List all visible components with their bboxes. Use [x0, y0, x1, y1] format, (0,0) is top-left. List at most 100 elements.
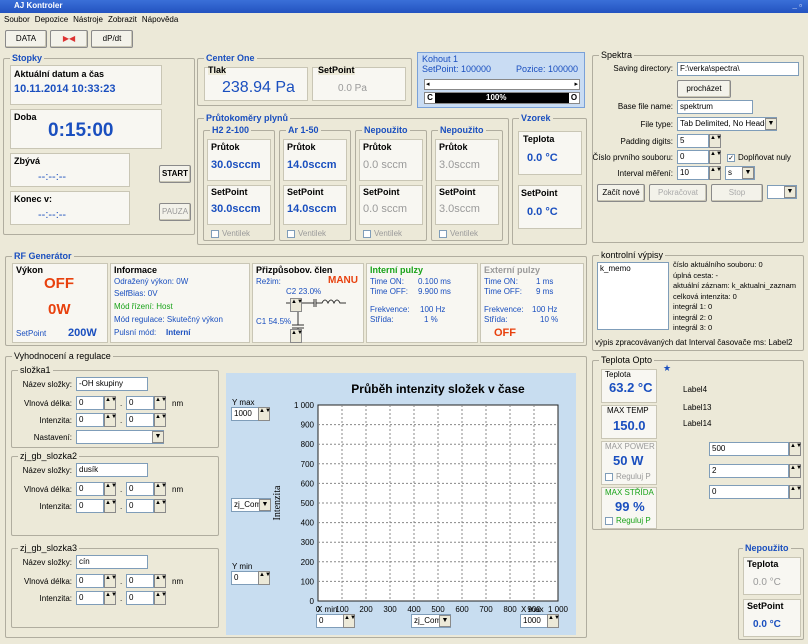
vlnova-to-input[interactable]: 0 — [126, 396, 154, 410]
intenzita-to-spin-icon[interactable]: ▲▼ — [154, 591, 167, 605]
nazev-input[interactable]: dusík — [76, 463, 148, 477]
minimize-button[interactable]: _ ▫ — [792, 0, 802, 12]
swap-icon[interactable]: ▶◀ — [50, 30, 88, 48]
prochazet-button[interactable]: procházet — [677, 80, 731, 98]
xmin-spin-icon[interactable]: ▲▼ — [343, 614, 356, 628]
reguluj-p2-checkbox[interactable]: Reguluj P — [605, 516, 651, 525]
intenzita-to-spin-icon[interactable]: ▲▼ — [154, 413, 167, 427]
ventil-checkbox[interactable]: Ventilek — [363, 229, 402, 238]
cislo-input[interactable]: 0 — [677, 150, 709, 164]
memo-box[interactable]: k_memo — [597, 262, 669, 330]
c2-spin-icon[interactable]: ▲▼ — [290, 298, 303, 312]
xmax-spin-icon[interactable]: ▲▼ — [547, 614, 560, 628]
opto-edit3-spin-icon[interactable]: ▲▼ — [789, 485, 802, 499]
flow-label: Průtok — [439, 142, 468, 152]
opto-edit1[interactable]: 500 — [709, 442, 789, 456]
dpdt-button[interactable]: dP/dt — [91, 30, 133, 48]
unit-dropdown-icon[interactable]: ▼ — [742, 167, 754, 179]
ymin-input[interactable]: 0 — [231, 571, 259, 585]
ventil-checkbox[interactable]: Ventilek — [211, 229, 250, 238]
channel-name: Nepoužito — [362, 125, 410, 135]
vlnova-from-input[interactable]: 0 — [76, 482, 104, 496]
doplnovat-checkbox[interactable]: ✓ Doplňovat nuly — [727, 153, 791, 162]
kontrolni-line: integrál 1: 0 — [673, 302, 713, 311]
intenzita-to-input[interactable]: 0 — [126, 591, 154, 605]
ventil-label: Ventilek — [222, 229, 251, 238]
pokracovat-button[interactable]: Pokračovat — [649, 184, 707, 202]
menu-nastroje[interactable]: Nástroje — [73, 15, 103, 24]
reguluj-p-checkbox[interactable]: Reguluj P — [605, 472, 651, 481]
combo-y-dropdown-icon[interactable]: ▼ — [259, 499, 271, 511]
intenzita-from-spin-icon[interactable]: ▲▼ — [104, 499, 117, 513]
intenzita-from-spin-icon[interactable]: ▲▼ — [104, 591, 117, 605]
interval-input[interactable]: 10 — [677, 166, 709, 180]
vlnova-to-input[interactable]: 0 — [126, 482, 154, 496]
window-title: AJ Kontroler — [14, 1, 63, 10]
vlnova-to-spin-icon[interactable]: ▲▼ — [154, 396, 167, 410]
filetype-select[interactable]: Tab Delimited, No Header — [677, 117, 777, 131]
pauza-button[interactable]: PAUZA — [159, 203, 191, 221]
menu-zobrazit[interactable]: Zobrazit — [108, 15, 137, 24]
tlak-label: Tlak — [208, 65, 227, 75]
stop-button[interactable]: Stop — [711, 184, 763, 202]
combo-x-dropdown-icon[interactable]: ▼ — [439, 615, 451, 627]
vlnova-from-spin-icon[interactable]: ▲▼ — [104, 396, 117, 410]
padding-input[interactable]: 5 — [677, 134, 709, 148]
rezim-value: MANU — [328, 275, 358, 286]
intenzita-from-input[interactable]: 0 — [76, 591, 104, 605]
interni-strida-label: Střída: — [370, 315, 394, 324]
intenzita-label: Intenzita: — [39, 502, 72, 511]
current-label: Aktuální datum a čas — [14, 69, 105, 79]
opto-edit3[interactable]: 0 — [709, 485, 789, 499]
base-input[interactable]: spektrum — [677, 100, 753, 114]
start-button[interactable]: START — [159, 165, 191, 183]
zacit-button[interactable]: Začít nové — [597, 184, 645, 202]
nastaveni-select[interactable] — [76, 430, 164, 444]
padding-spin-icon[interactable]: ▲▼ — [709, 134, 722, 148]
xmin-input[interactable]: 0 — [316, 614, 344, 628]
opto-edit2-spin-icon[interactable]: ▲▼ — [789, 464, 802, 478]
ymin-spin-icon[interactable]: ▲▼ — [258, 571, 271, 585]
kontrolni-footer: výpis zpracovávaných dat Interval časova… — [595, 338, 793, 347]
vlnova-to-spin-icon[interactable]: ▲▼ — [154, 482, 167, 496]
stopky-title: Stopky — [10, 53, 45, 63]
nazev-input[interactable]: -OH skupiny — [76, 377, 148, 391]
vlnova-from-input[interactable]: 0 — [76, 396, 104, 410]
intenzita-to-spin-icon[interactable]: ▲▼ — [154, 499, 167, 513]
opto-edit2[interactable]: 2 — [709, 464, 789, 478]
vzorek-teplota-value: 0.0 °C — [527, 152, 558, 164]
label13: Label13 — [683, 403, 712, 412]
flow-sp-label: SetPoint — [287, 187, 324, 197]
vlnova-from-input[interactable]: 0 — [76, 574, 104, 588]
ventil-checkbox[interactable]: Ventilek — [287, 229, 326, 238]
saving-input[interactable]: F:\verka\spectra\ — [677, 62, 799, 76]
nazev-input[interactable]: cín — [76, 555, 148, 569]
menu-soubor[interactable]: Soubor — [4, 15, 30, 24]
cislo-spin-icon[interactable]: ▲▼ — [709, 150, 722, 164]
vlnova-from-spin-icon[interactable]: ▲▼ — [104, 574, 117, 588]
kohout-slider[interactable]: ◂ ▸ — [424, 79, 580, 90]
interval-spin-icon[interactable]: ▲▼ — [709, 166, 722, 180]
intenzita-from-spin-icon[interactable]: ▲▼ — [104, 413, 117, 427]
menu-napoveda[interactable]: Nápověda — [142, 15, 178, 24]
menu-depozice[interactable]: Depozice — [35, 15, 68, 24]
vlnova-to-spin-icon[interactable]: ▲▼ — [154, 574, 167, 588]
vlnova-to-input[interactable]: 0 — [126, 574, 154, 588]
center-one-group: Center One Tlak 238.94 Pa SetPoint 0.0 P… — [197, 53, 412, 106]
ymax-input[interactable]: 1000 — [231, 407, 259, 421]
intenzita-from-input[interactable]: 0 — [76, 499, 104, 513]
c1-spin-icon[interactable]: ▲▼ — [290, 329, 303, 343]
nastaveni-dropdown-icon[interactable]: ▼ — [152, 431, 164, 443]
xmax-input[interactable]: 1000 — [520, 614, 548, 628]
ventil-checkbox[interactable]: Ventilek — [439, 229, 478, 238]
data-button[interactable]: DATA — [5, 30, 47, 48]
y-tick-label: 400 — [301, 519, 315, 528]
intenzita-to-input[interactable]: 0 — [126, 413, 154, 427]
opto-edit1-spin-icon[interactable]: ▲▼ — [789, 442, 802, 456]
intenzita-from-input[interactable]: 0 — [76, 413, 104, 427]
filetype-dropdown-icon[interactable]: ▼ — [765, 118, 777, 130]
mode-dropdown-icon[interactable]: ▼ — [784, 186, 796, 198]
ymax-spin-icon[interactable]: ▲▼ — [258, 407, 271, 421]
intenzita-to-input[interactable]: 0 — [126, 499, 154, 513]
vlnova-from-spin-icon[interactable]: ▲▼ — [104, 482, 117, 496]
